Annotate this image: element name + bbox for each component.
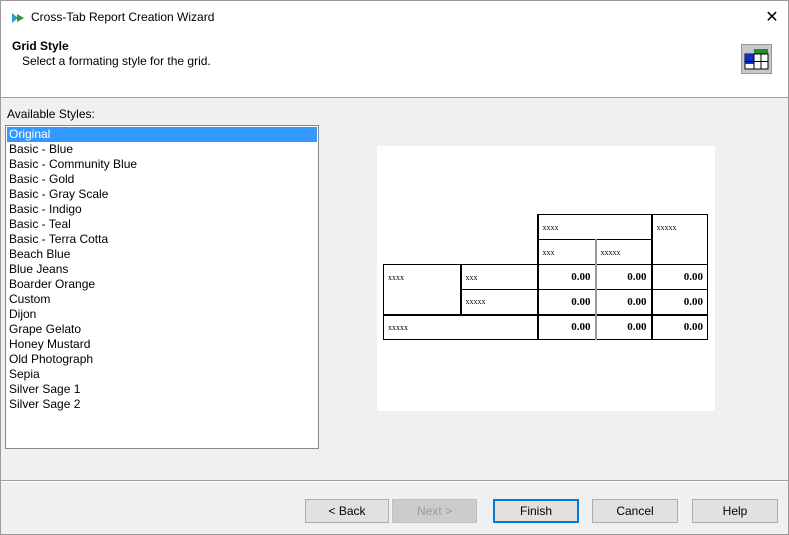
style-item-silver-sage-2[interactable]: Silver Sage 2	[6, 397, 318, 412]
wizard-header: Grid Style Select a formating style for …	[1, 34, 788, 98]
finish-button[interactable]: Finish	[493, 499, 579, 523]
preview-value: 0.00	[594, 313, 652, 340]
preview-total-row: xxxxx	[383, 313, 538, 340]
style-item-basic-gray-scale[interactable]: Basic - Gray Scale	[6, 187, 318, 202]
style-item-original[interactable]: Original	[7, 127, 317, 142]
available-styles-label: Available Styles:	[7, 107, 95, 121]
style-item-basic-gold[interactable]: Basic - Gold	[6, 172, 318, 187]
preview-sub-row-1: xxx	[459, 264, 538, 290]
preview-value: 0.00	[650, 264, 708, 290]
preview-value: 0.00	[594, 264, 652, 290]
back-button[interactable]: < Back	[305, 499, 389, 523]
style-item-honey-mustard[interactable]: Honey Mustard	[6, 337, 318, 352]
window-title: Cross-Tab Report Creation Wizard	[31, 10, 215, 24]
preview-sub-col-2: xxxxx	[594, 239, 652, 265]
style-item-basic-community-blue[interactable]: Basic - Community Blue	[6, 157, 318, 172]
style-item-basic-teal[interactable]: Basic - Teal	[6, 217, 318, 232]
preview-col-group: xxxx	[536, 214, 652, 240]
title-bar: Cross-Tab Report Creation Wizard ✕	[1, 1, 788, 34]
style-item-basic-indigo[interactable]: Basic - Indigo	[6, 202, 318, 217]
styles-listbox[interactable]: Original Basic - Blue Basic - Community …	[5, 125, 319, 449]
style-item-grape-gelato[interactable]: Grape Gelato	[6, 322, 318, 337]
footer-separator	[1, 480, 788, 482]
style-item-custom[interactable]: Custom	[6, 292, 318, 307]
next-button[interactable]: Next >	[392, 499, 477, 523]
style-preview: xxxx xxxxx xxx xxxxx xxxx xxx 0.00 0.00 …	[377, 146, 715, 411]
close-button[interactable]: ✕	[756, 1, 788, 33]
style-item-sepia[interactable]: Sepia	[6, 367, 318, 382]
preview-total-col: xxxxx	[650, 214, 708, 265]
cancel-button[interactable]: Cancel	[592, 499, 678, 523]
preview-value: 0.00	[650, 313, 708, 340]
app-icon	[11, 11, 25, 25]
preview-sub-col-1: xxx	[536, 239, 596, 265]
wizard-window: Cross-Tab Report Creation Wizard ✕ Grid …	[0, 0, 789, 535]
preview-value: 0.00	[594, 289, 652, 315]
style-item-boarder-orange[interactable]: Boarder Orange	[6, 277, 318, 292]
preview-grid: xxxx xxxxx xxx xxxxx xxxx xxx 0.00 0.00 …	[383, 214, 708, 340]
style-item-beach-blue[interactable]: Beach Blue	[6, 247, 318, 262]
preview-value: 0.00	[650, 289, 708, 315]
grid-style-icon	[741, 44, 772, 74]
style-item-dijon[interactable]: Dijon	[6, 307, 318, 322]
preview-value: 0.00	[536, 313, 596, 340]
help-button[interactable]: Help	[692, 499, 778, 523]
preview-row-group: xxxx	[383, 264, 461, 315]
style-item-basic-terra-cotta[interactable]: Basic - Terra Cotta	[6, 232, 318, 247]
page-subtitle: Select a formating style for the grid.	[22, 54, 211, 68]
preview-sub-row-2: xxxxx	[459, 289, 538, 315]
style-item-blue-jeans[interactable]: Blue Jeans	[6, 262, 318, 277]
preview-value: 0.00	[536, 289, 596, 315]
preview-value: 0.00	[536, 264, 596, 290]
style-item-basic-blue[interactable]: Basic - Blue	[6, 142, 318, 157]
close-icon: ✕	[765, 9, 779, 26]
page-title: Grid Style	[12, 39, 69, 53]
style-item-silver-sage-1[interactable]: Silver Sage 1	[6, 382, 318, 397]
style-item-old-photograph[interactable]: Old Photograph	[6, 352, 318, 367]
